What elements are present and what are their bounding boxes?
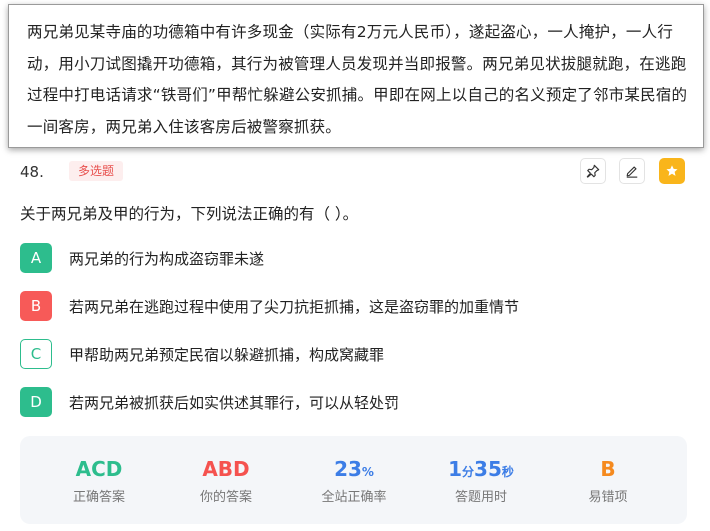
time-value: 1分35秒: [421, 456, 541, 482]
option-text: 若两兄弟在逃跑过程中使用了尖刀抗拒抓捕，这是盗窃罪的加重情节: [69, 297, 520, 316]
option-letter: B: [20, 291, 52, 321]
note-button[interactable]: [619, 158, 645, 184]
stat-accuracy: 23% 全站正确率: [294, 456, 414, 505]
option-d[interactable]: D 若两兄弟被抓获后如实供述其罪行，可以从轻处罚: [20, 386, 680, 418]
pin-icon: [586, 164, 600, 178]
answer-stats-panel: ACD 正确答案 ABD 你的答案 23% 全站正确率 1分35秒 答题用时 B…: [20, 436, 687, 524]
correct-answer-label: 正确答案: [72, 490, 125, 505]
time-minutes: 1: [448, 457, 463, 481]
stat-correct-answer: ACD 正确答案: [39, 456, 159, 505]
option-letter: D: [20, 387, 52, 417]
time-seconds-unit: 秒: [501, 465, 514, 479]
option-letter: C: [20, 339, 52, 369]
option-a[interactable]: A 两兄弟的行为构成盗窃罪未遂: [20, 242, 680, 274]
accuracy-value: 23%: [294, 456, 414, 482]
star-icon: [666, 165, 678, 176]
time-minutes-unit: 分: [462, 465, 475, 479]
option-text: 若两兄弟被抓获后如实供述其罪行，可以从轻处罚: [69, 393, 400, 412]
your-answer-label: 你的答案: [199, 490, 252, 505]
favorite-button[interactable]: [659, 158, 685, 184]
question-number: 48.: [20, 163, 44, 181]
accuracy-unit: %: [361, 465, 374, 479]
option-c[interactable]: C 甲帮助两兄弟预定民宿以躲避抓捕，构成窝藏罪: [20, 338, 680, 370]
passage-line: 过程中打电话请求“铁哥们”甲帮忙躲避公安抓捕。甲即在网上以自己的名义预定了邻市某…: [27, 86, 688, 104]
easy-wrong-value: B: [600, 457, 616, 481]
pin-button[interactable]: [580, 158, 606, 184]
passage-line: 动，用小刀试图撬开功德箱，其行为被管理人员发现并当即报警。两兄弟见状拔腿就跑，在…: [27, 54, 687, 73]
stat-easy-wrong: B 易错项: [548, 456, 668, 505]
stat-your-answer: ABD 你的答案: [166, 456, 286, 505]
question-header: 48. 多选题: [20, 158, 690, 188]
correct-answer-value: ACD: [75, 457, 123, 481]
edit-icon: [626, 166, 638, 178]
question-type-badge: 多选题: [69, 161, 124, 181]
your-answer-value: ABD: [202, 457, 250, 481]
option-text: 甲帮助两兄弟预定民宿以躲避抓捕，构成窝藏罪: [69, 345, 385, 364]
passage-line: 两兄弟见某寺庙的功德箱中有许多现金（实际有2万元人民币），遂起盗心，一人掩护，一…: [27, 23, 674, 41]
passage-line: 一间客房，两兄弟入住该客房后被警察抓获。: [27, 117, 342, 136]
question-stem: 关于两兄弟及甲的行为，下列说法正确的有（ ）。: [20, 205, 359, 223]
accuracy-label: 全站正确率: [321, 490, 387, 505]
stat-time: 1分35秒 答题用时: [421, 456, 541, 505]
option-letter: A: [20, 243, 52, 273]
option-text: 两兄弟的行为构成盗窃罪未遂: [69, 249, 265, 268]
easy-wrong-label: 易错项: [588, 490, 628, 505]
option-b[interactable]: B 若两兄弟在逃跑过程中使用了尖刀抗拒抓捕，这是盗窃罪的加重情节: [20, 290, 680, 322]
time-seconds: 35: [474, 457, 502, 481]
time-label: 答题用时: [454, 490, 507, 505]
passage-box: 两兄弟见某寺庙的功德箱中有许多现金（实际有2万元人民币），遂起盗心，一人掩护，一…: [8, 4, 704, 148]
accuracy-number: 23: [334, 457, 362, 481]
